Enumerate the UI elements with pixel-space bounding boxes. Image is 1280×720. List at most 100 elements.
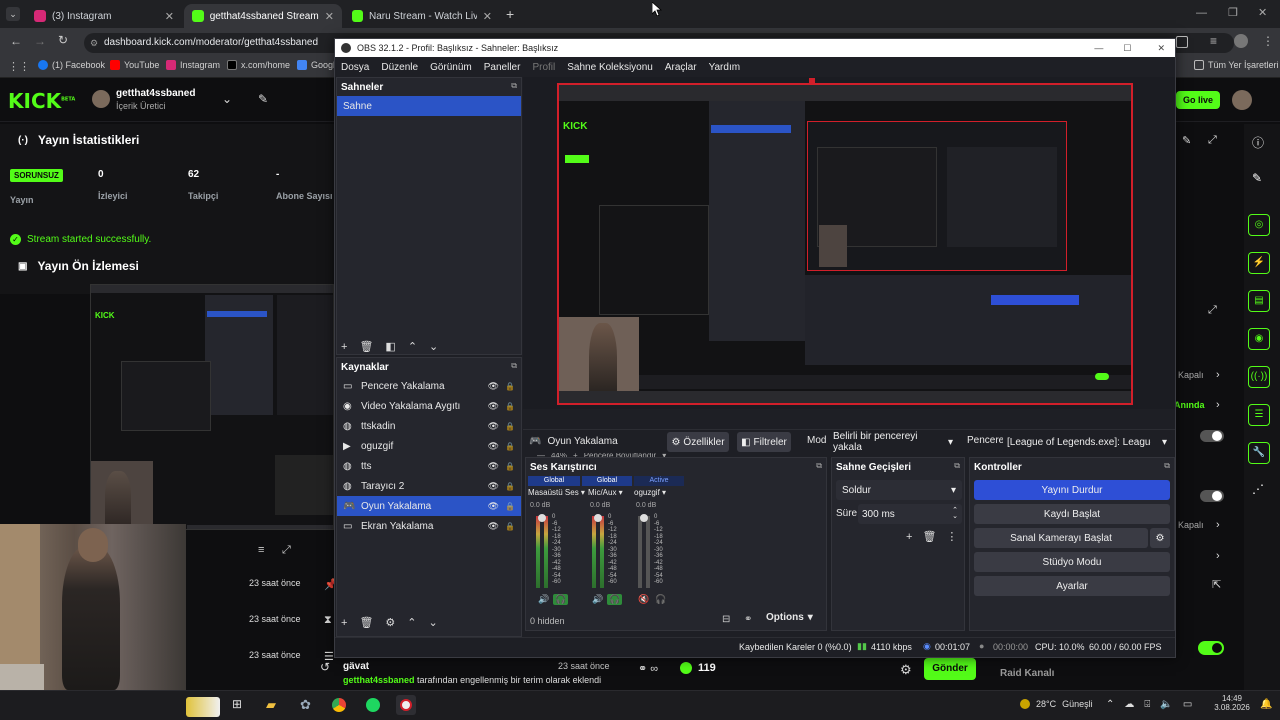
- source-item[interactable]: ▭ Pencere Yakalama 👁 🔒: [337, 376, 521, 396]
- task-view-icon[interactable]: ⊞: [232, 697, 242, 711]
- scene-item[interactable]: Sahne: [337, 96, 521, 116]
- chevron-up-icon[interactable]: ⌃: [1106, 699, 1114, 710]
- filter-icon[interactable]: ≡: [258, 544, 264, 556]
- expand-icon[interactable]: ⤢: [1208, 134, 1217, 147]
- undock-icon[interactable]: ⧉: [954, 461, 960, 471]
- chrome-icon[interactable]: [332, 698, 346, 712]
- menu-docks[interactable]: Paneller: [484, 62, 521, 73]
- avatar[interactable]: [92, 90, 110, 108]
- undock-icon[interactable]: ⧉: [816, 461, 822, 471]
- trash-icon[interactable]: 🗑: [359, 616, 373, 629]
- chevron-down-icon[interactable]: ⌄: [222, 92, 232, 106]
- mixer-tab[interactable]: Global: [528, 476, 580, 486]
- chat-icon[interactable]: ◉: [1248, 328, 1270, 350]
- headphones-off-icon[interactable]: 🎧: [655, 594, 666, 605]
- broadcast-icon[interactable]: ((·)): [1248, 366, 1270, 388]
- channel-mic[interactable]: Mic/Aux ▾: [588, 488, 623, 497]
- eye-icon[interactable]: 👁: [488, 421, 499, 432]
- obs-preview-canvas[interactable]: KICK: [557, 83, 1133, 405]
- info-icon[interactable]: ⓘ: [1252, 134, 1264, 151]
- external-link-icon[interactable]: ⇱: [1212, 578, 1221, 591]
- eye-icon[interactable]: 👁: [488, 501, 499, 512]
- obs-taskbar-button[interactable]: [396, 695, 416, 715]
- menu-icon[interactable]: ⋮: [1262, 34, 1274, 48]
- bookmark-facebook[interactable]: (1) Facebook: [38, 60, 105, 70]
- source-item[interactable]: ◍ ttskadin 👁 🔒: [337, 416, 521, 436]
- kick-logo[interactable]: KICKBETA: [8, 89, 75, 113]
- eye-icon[interactable]: 👁: [488, 481, 499, 492]
- go-live-button[interactable]: Go live: [1176, 91, 1220, 109]
- minimize-icon[interactable]: —: [1094, 43, 1103, 53]
- studio-mode-button[interactable]: Stüdyo Modu: [974, 552, 1170, 572]
- lock-icon[interactable]: 🔒: [505, 382, 515, 391]
- all-bookmarks[interactable]: Tüm Yer İşaretleri: [1194, 60, 1279, 70]
- network-icon[interactable]: ⌹: [1144, 699, 1150, 710]
- pencil-icon[interactable]: ✎: [1182, 134, 1191, 147]
- virtual-camera-settings-icon[interactable]: ⚙: [1150, 528, 1170, 548]
- document-icon[interactable]: ▤: [1248, 290, 1270, 312]
- mixer-tab[interactable]: Active: [634, 476, 684, 486]
- lock-icon[interactable]: 🔒: [505, 462, 515, 471]
- start-recording-button[interactable]: Kaydı Başlat: [974, 504, 1170, 524]
- add-icon[interactable]: +: [341, 617, 347, 629]
- expand-icon[interactable]: ⤢: [1208, 304, 1217, 317]
- source-item[interactable]: ◍ tts 👁 🔒: [337, 456, 521, 476]
- menu-help[interactable]: Yardım: [709, 62, 741, 73]
- mixer-tab[interactable]: Global: [582, 476, 632, 486]
- link-icon[interactable]: ⚭: [744, 614, 752, 625]
- menu-edit[interactable]: Düzenle: [381, 62, 418, 73]
- maximize-icon[interactable]: ❐: [1228, 6, 1238, 19]
- more-icon[interactable]: ⋮: [946, 530, 957, 543]
- apps-icon[interactable]: ⋮⋮: [8, 60, 30, 73]
- send-button[interactable]: Gönder: [924, 658, 976, 680]
- source-item[interactable]: 🎮 Oyun Yakalama 👁 🔒: [337, 496, 521, 516]
- filters-button[interactable]: ◧ Filtreler: [737, 432, 791, 452]
- add-icon[interactable]: +: [906, 531, 912, 543]
- forward-icon[interactable]: →: [34, 34, 46, 48]
- user-avatar[interactable]: [1232, 90, 1252, 110]
- minimize-icon[interactable]: —: [1196, 7, 1207, 19]
- weather-widget[interactable]: 28°C Güneşli: [1020, 699, 1093, 709]
- muted-icon[interactable]: 🔇: [638, 594, 649, 605]
- file-explorer-icon[interactable]: ▰: [266, 697, 276, 713]
- undock-icon[interactable]: ⧉: [511, 81, 517, 91]
- notification-icon[interactable]: 🔔: [1260, 699, 1272, 710]
- battery-icon[interactable]: ▭: [1183, 699, 1192, 710]
- headphones-icon[interactable]: 🎧: [553, 594, 569, 605]
- menu-scene-collection[interactable]: Sahne Koleksiyonu: [567, 62, 653, 73]
- close-icon[interactable]: ✕: [1157, 43, 1165, 54]
- eye-icon[interactable]: 👁: [488, 461, 499, 472]
- options-button[interactable]: Options ▾: [766, 612, 813, 623]
- close-icon[interactable]: ✕: [165, 10, 174, 23]
- profile-avatar[interactable]: [1234, 34, 1248, 48]
- channel-oguzgif[interactable]: oguzgif ▾: [634, 488, 666, 497]
- lock-icon[interactable]: 🔒: [505, 482, 515, 491]
- widgets-icon[interactable]: [186, 697, 220, 717]
- share-icon[interactable]: ⋰: [1252, 482, 1264, 496]
- headphones-icon[interactable]: 🎧: [607, 594, 623, 605]
- source-item[interactable]: ▶ oguzgif 👁 🔒: [337, 436, 521, 456]
- eye-icon[interactable]: 👁: [488, 521, 499, 532]
- tab-kick-dashboard[interactable]: getthat4ssbaned Stream - Kick ✕: [184, 4, 342, 28]
- source-item[interactable]: ◍ Tarayıcı 2 👁 🔒: [337, 476, 521, 496]
- extension-icon[interactable]: [1176, 36, 1188, 48]
- gear-icon[interactable]: ⚙: [385, 616, 395, 629]
- tab-instagram[interactable]: (3) Instagram ✕: [26, 4, 182, 28]
- target-icon[interactable]: ◎: [1248, 214, 1270, 236]
- source-item[interactable]: ▭ Ekran Yakalama 👁 🔒: [337, 516, 521, 536]
- add-icon[interactable]: +: [341, 341, 347, 353]
- properties-button[interactable]: ⚙ Özellikler: [667, 432, 729, 452]
- menu-tools[interactable]: Araçlar: [665, 62, 697, 73]
- bolt-icon[interactable]: ⚡: [1248, 252, 1270, 274]
- spotify-icon[interactable]: [366, 698, 380, 712]
- close-icon[interactable]: ✕: [325, 10, 334, 23]
- arrow-up-icon[interactable]: ⌃: [407, 616, 416, 629]
- bookmark-x[interactable]: x.com/home: [227, 60, 290, 70]
- close-window-icon[interactable]: ✕: [1258, 6, 1267, 19]
- arrow-down-icon[interactable]: ⌄: [429, 340, 438, 353]
- undock-icon[interactable]: ⧉: [1164, 461, 1170, 471]
- channel-desktop[interactable]: Masaüstü Ses ▾: [528, 488, 585, 497]
- cloud-icon[interactable]: ☁: [1124, 699, 1134, 710]
- bookmark-youtube[interactable]: YouTube: [110, 60, 159, 70]
- bookmark-google[interactable]: Googl: [297, 60, 335, 70]
